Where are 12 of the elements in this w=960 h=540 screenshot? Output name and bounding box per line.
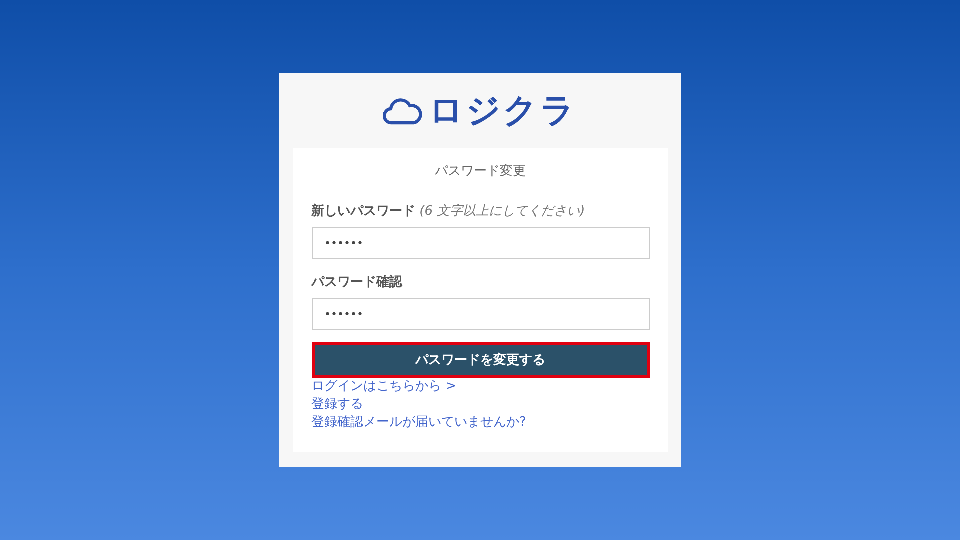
field-label: パスワード確認: [312, 275, 402, 290]
form-title: パスワード変更: [434, 163, 527, 180]
text-link[interactable]: 登録確認メールが届いていませんか?: [312, 414, 526, 432]
logo-text: ロジクラ: [429, 94, 577, 128]
password-field[interactable]: ••••••: [312, 298, 650, 330]
password-field[interactable]: ••••••: [312, 227, 650, 259]
change-password-button[interactable]: パスワードを変更する: [312, 342, 650, 378]
field-label: 新しいパスワード: [312, 204, 416, 219]
text-link[interactable]: 登録する: [312, 396, 364, 414]
cloud-icon: [383, 96, 423, 126]
text-link[interactable]: ログインはこちらから >: [312, 378, 457, 396]
field-hint: (6 文字以上にしてください): [420, 204, 586, 219]
